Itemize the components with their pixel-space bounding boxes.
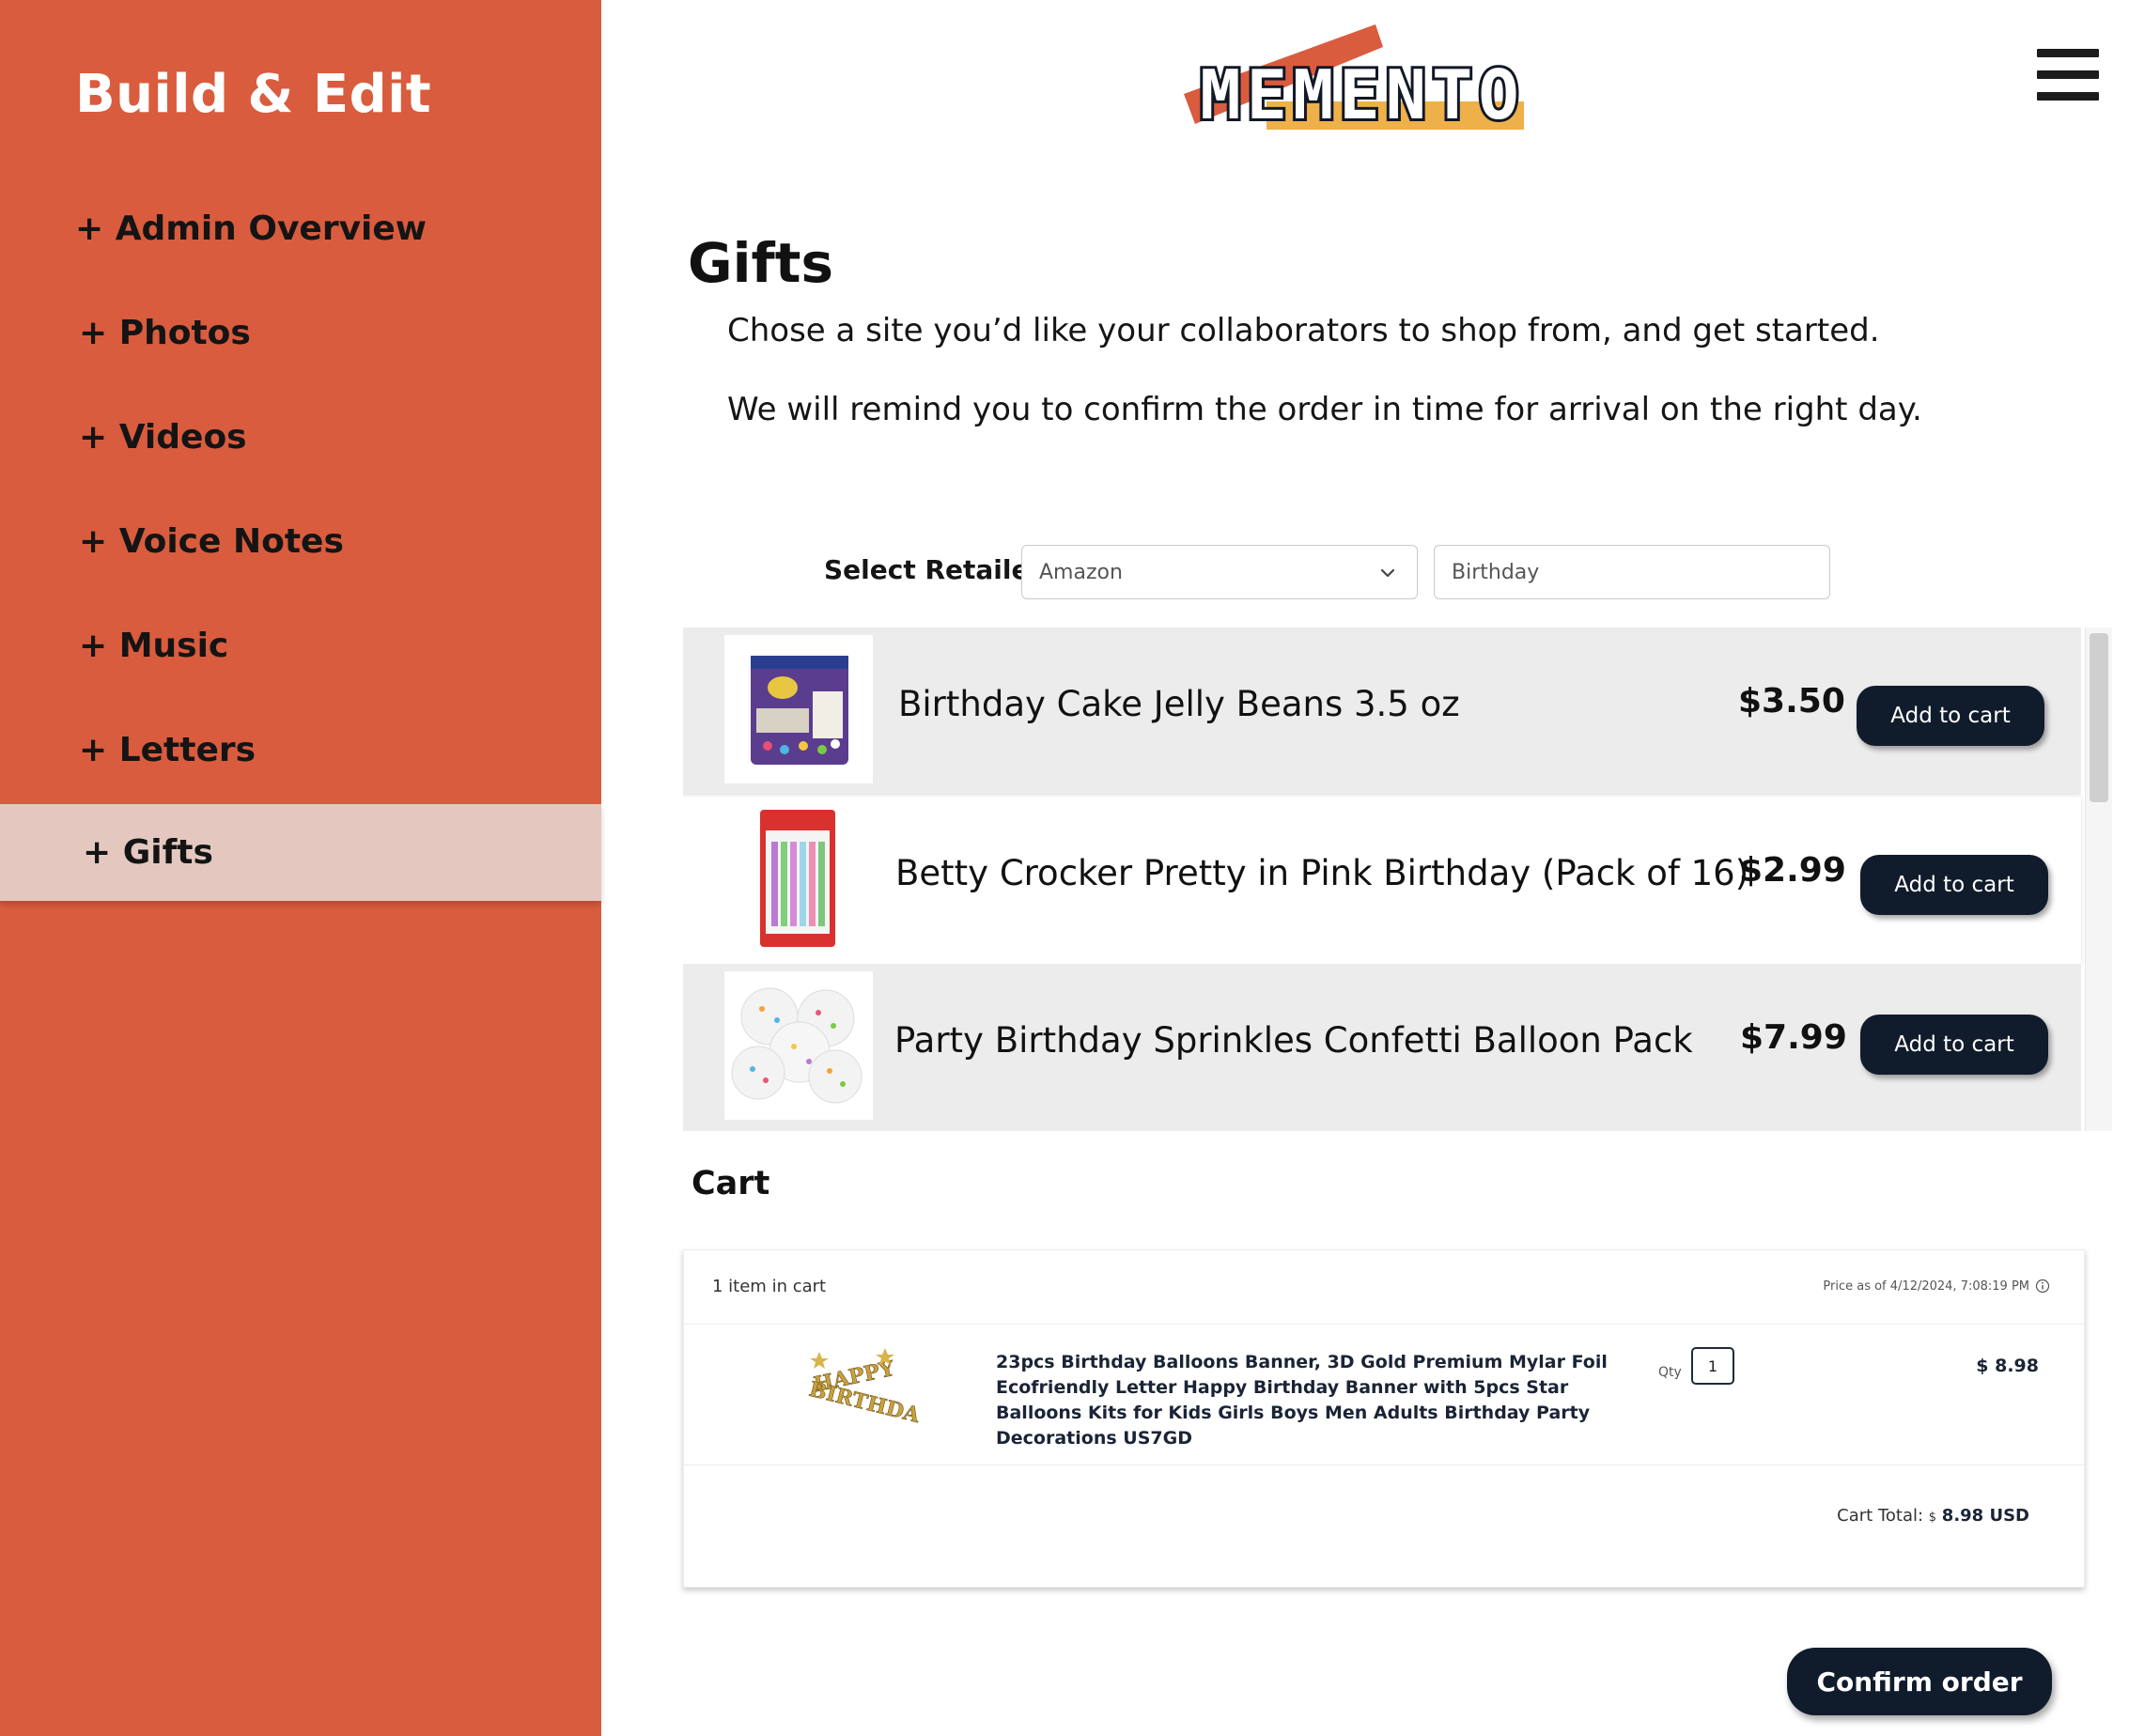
retailer-select[interactable]: Amazon	[1021, 545, 1418, 599]
product-list-scrollbar[interactable]	[2085, 628, 2112, 1131]
intro-text-1: Chose a site you’d like your collaborato…	[727, 312, 1880, 349]
sidebar-item-admin-overview[interactable]: + Admin Overview	[0, 181, 601, 275]
confirm-order-button[interactable]: Confirm order	[1787, 1648, 2052, 1715]
sidebar: Build & Edit + Admin Overview + Photos +…	[0, 0, 601, 1736]
add-to-cart-button[interactable]: Add to cart	[1857, 686, 2044, 746]
cart-total: Cart Total: $ 8.98 USD	[1837, 1506, 2029, 1526]
cart-item-price: $ 8.98	[1976, 1356, 2039, 1376]
add-to-cart-button[interactable]: Add to cart	[1860, 1015, 2048, 1075]
product-name[interactable]: Betty Crocker Pretty in Pink Birthday (P…	[895, 853, 1748, 893]
product-row: Betty Crocker Pretty in Pink Birthday (P…	[683, 797, 2081, 964]
product-row: Party Birthday Sprinkles Confetti Balloo…	[683, 964, 2081, 1131]
jelly-beans-bag-icon	[724, 635, 873, 783]
add-to-cart-button[interactable]: Add to cart	[1860, 855, 2048, 915]
happy-birthday-banner-icon: HAPPY BIRTHDAY	[806, 1344, 936, 1432]
chevron-down-icon	[1380, 568, 1395, 578]
sidebar-item-photos[interactable]: + Photos	[0, 286, 601, 380]
cart-panel: 1 item in cart Price as of 4/12/2024, 7:…	[683, 1249, 2085, 1588]
qty-label: Qty	[1658, 1365, 1682, 1380]
quantity-input[interactable]	[1691, 1347, 1734, 1385]
intro-text-2: We will remind you to confirm the order …	[727, 391, 1922, 428]
cart-total-currency: $	[1928, 1511, 1937, 1525]
select-retailer-label: Select Retailer	[824, 554, 1043, 585]
page-title: Gifts	[688, 231, 833, 295]
product-row: Birthday Cake Jelly Beans 3.5 oz $3.50 A…	[683, 628, 2081, 795]
product-price: $7.99	[1740, 1018, 1847, 1057]
info-icon[interactable]	[2035, 1279, 2050, 1294]
hamburger-menu-icon[interactable]	[2037, 49, 2099, 101]
scrollbar-thumb[interactable]	[2090, 633, 2108, 802]
cart-total-value: 8.98 USD	[1941, 1506, 2029, 1526]
cart-item-count: 1 item in cart	[712, 1277, 827, 1296]
product-price: $2.99	[1739, 851, 1846, 890]
confetti-balloons-icon	[724, 971, 873, 1120]
logo-text: MEMENTO	[1200, 55, 1524, 134]
cart-item-name[interactable]: 23pcs Birthday Balloons Banner, 3D Gold …	[996, 1350, 1654, 1451]
sidebar-item-letters[interactable]: + Letters	[0, 703, 601, 797]
gift-search-input[interactable]	[1434, 545, 1830, 599]
sidebar-item-voice-notes[interactable]: + Voice Notes	[0, 494, 601, 588]
price-asof-text: Price as of 4/12/2024, 7:08:19 PM	[1823, 1279, 2029, 1294]
sidebar-title: Build & Edit	[75, 64, 432, 125]
sidebar-item-gifts[interactable]: + Gifts	[0, 804, 601, 901]
cart-total-label: Cart Total:	[1837, 1506, 1924, 1526]
product-name[interactable]: Party Birthday Sprinkles Confetti Balloo…	[894, 1020, 1693, 1061]
price-timestamp: Price as of 4/12/2024, 7:08:19 PM	[1823, 1279, 2050, 1294]
memento-logo[interactable]: MEMENTO	[1118, 21, 1607, 143]
logo-graphic: MEMENTO	[1184, 24, 1524, 137]
product-price: $3.50	[1738, 682, 1845, 721]
sidebar-item-videos[interactable]: + Videos	[0, 390, 601, 484]
cart-divider	[684, 1324, 2084, 1325]
product-list[interactable]: Birthday Cake Jelly Beans 3.5 oz $3.50 A…	[683, 628, 2111, 1131]
sidebar-item-music[interactable]: + Music	[0, 598, 601, 692]
candles-pack-icon	[724, 804, 873, 953]
cart-heading: Cart	[692, 1165, 770, 1202]
retailer-selected-value: Amazon	[1039, 560, 1123, 584]
product-name[interactable]: Birthday Cake Jelly Beans 3.5 oz	[898, 684, 1460, 724]
